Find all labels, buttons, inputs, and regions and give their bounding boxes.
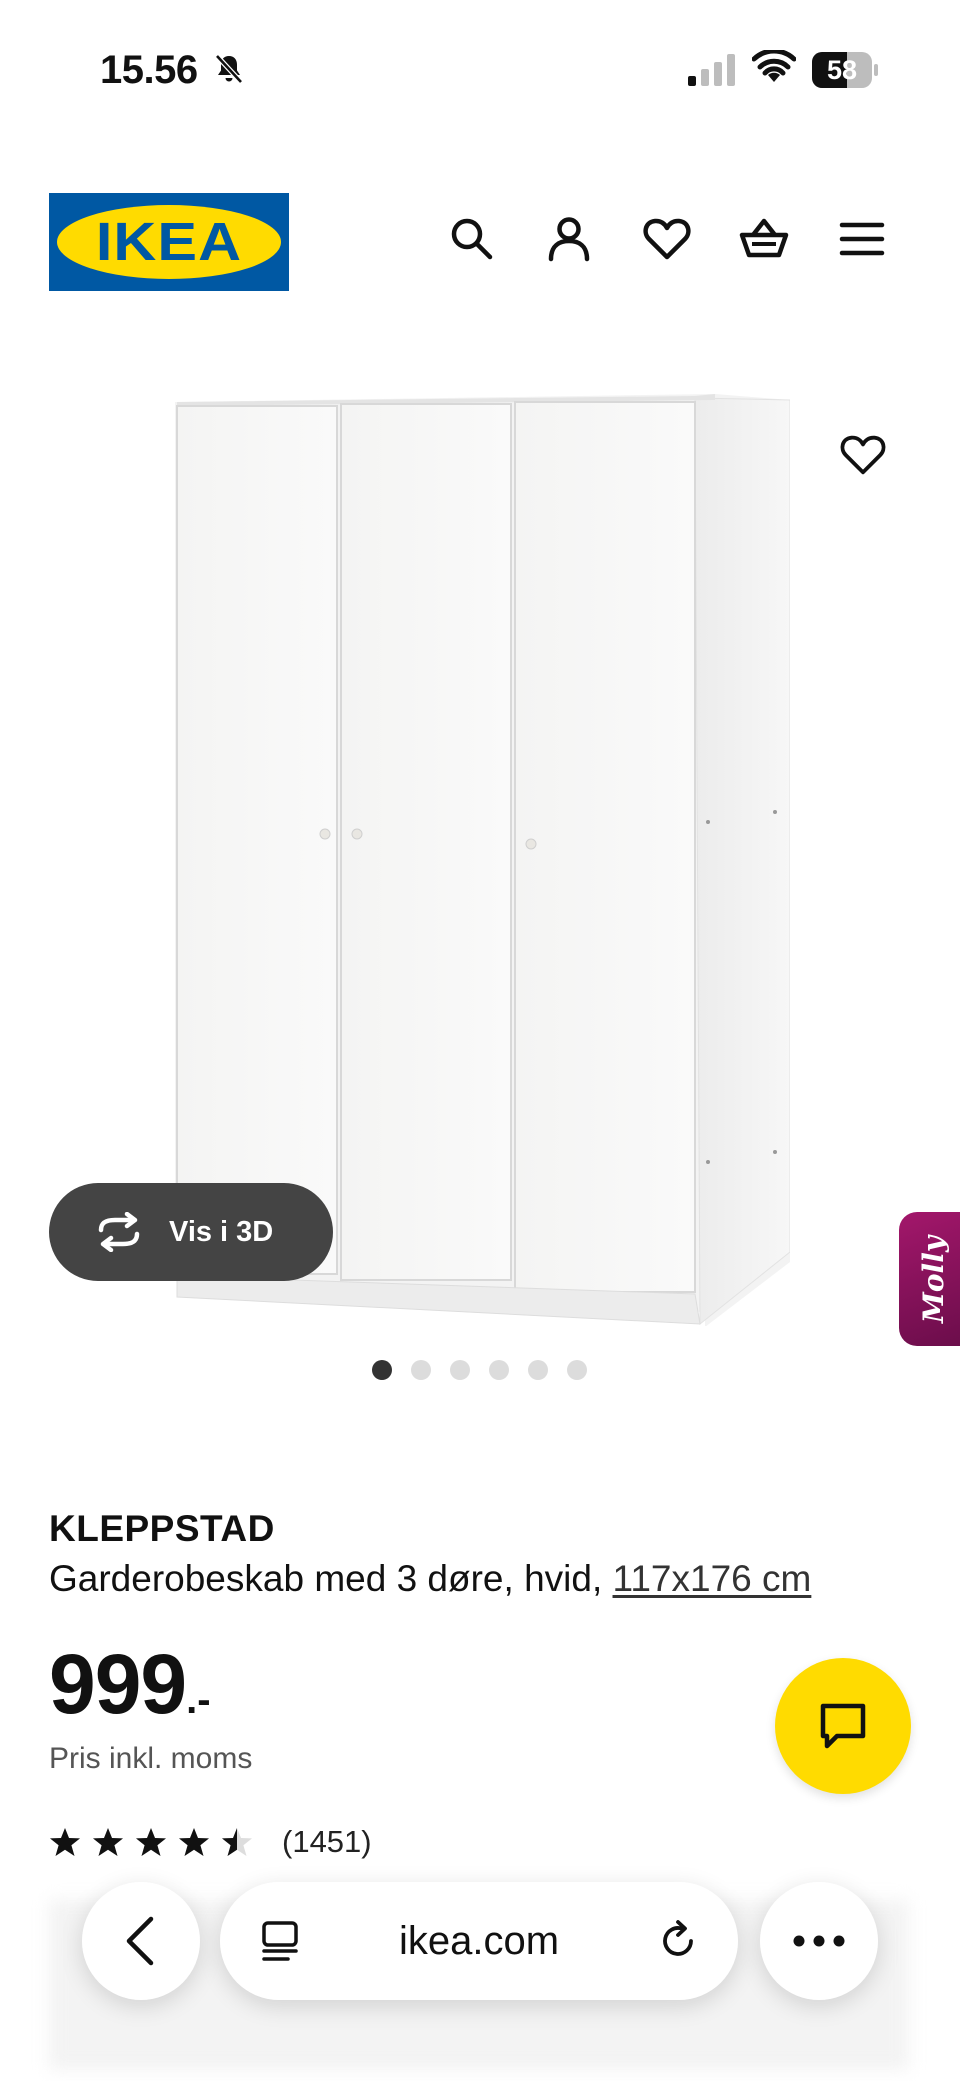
pagination-dot[interactable] (450, 1360, 470, 1380)
pagination-dot[interactable] (489, 1360, 509, 1380)
search-icon[interactable] (446, 213, 498, 265)
view-3d-label: Vis i 3D (169, 1215, 274, 1248)
tabs-icon[interactable] (258, 1919, 302, 1963)
signal-icon (686, 54, 738, 86)
price-value: 999 (49, 1637, 187, 1731)
pagination-dot[interactable] (372, 1360, 392, 1380)
menu-icon[interactable] (836, 213, 888, 265)
ikea-logo[interactable]: IKEA (49, 193, 289, 291)
product-rating[interactable]: (1451) (49, 1822, 372, 1862)
view-3d-button[interactable]: Vis i 3D (49, 1183, 333, 1281)
account-icon[interactable] (543, 213, 595, 265)
site-header: IKEA (0, 190, 960, 291)
browser-more-button[interactable] (760, 1882, 878, 2000)
star-icon (136, 1828, 166, 1856)
basket-icon[interactable] (738, 213, 790, 265)
star-icon (93, 1828, 123, 1856)
rating-count: (1451) (282, 1824, 372, 1859)
reload-icon[interactable] (656, 1919, 700, 1963)
battery-level: 58 (826, 55, 858, 85)
rating-stars (49, 1826, 264, 1858)
image-pagination-dots (372, 1360, 587, 1380)
logo-text: IKEA (95, 212, 243, 272)
price-note: Pris inkl. moms (49, 1742, 253, 1775)
pagination-dot[interactable] (528, 1360, 548, 1380)
star-icon (50, 1828, 80, 1856)
favorite-button[interactable] (828, 420, 898, 490)
product-price: 999.- (49, 1636, 211, 1733)
wifi-icon (751, 48, 797, 86)
battery-icon: 58 (812, 52, 878, 88)
browser-back-button[interactable] (82, 1882, 200, 2000)
pagination-dot[interactable] (567, 1360, 587, 1380)
rotate-3d-icon (98, 1212, 140, 1252)
back-icon (126, 1916, 154, 1966)
status-bar: 15.56 58 (0, 0, 960, 130)
heart-outline-icon (840, 435, 886, 475)
chat-button[interactable] (775, 1658, 911, 1794)
product-size-link[interactable]: 117x176 cm (613, 1558, 812, 1599)
price-suffix: .- (186, 1678, 211, 1722)
product-description: Garderobeskab med 3 døre, hvid, 117x176 … (49, 1558, 811, 1600)
product-name: KLEPPSTAD (49, 1508, 275, 1549)
molly-assistant-tab[interactable]: Molly (899, 1212, 960, 1346)
pagination-dot[interactable] (411, 1360, 431, 1380)
battery-body: 58 (812, 52, 872, 88)
battery-cap (874, 64, 878, 76)
star-icon (179, 1828, 209, 1856)
url-text[interactable]: ikea.com (399, 1919, 559, 1964)
molly-label: Molly (917, 1235, 951, 1323)
more-icon (793, 1935, 845, 1947)
heart-icon[interactable] (641, 213, 693, 265)
browser-address-bar[interactable]: ikea.com (220, 1882, 738, 2000)
status-time: 15.56 (100, 48, 198, 92)
chat-icon (820, 1703, 866, 1749)
product-image-gallery[interactable] (0, 370, 960, 1326)
bell-slash-icon (212, 52, 246, 86)
star-icon (222, 1828, 252, 1856)
product-description-text: Garderobeskab med 3 døre, hvid, (49, 1558, 603, 1599)
